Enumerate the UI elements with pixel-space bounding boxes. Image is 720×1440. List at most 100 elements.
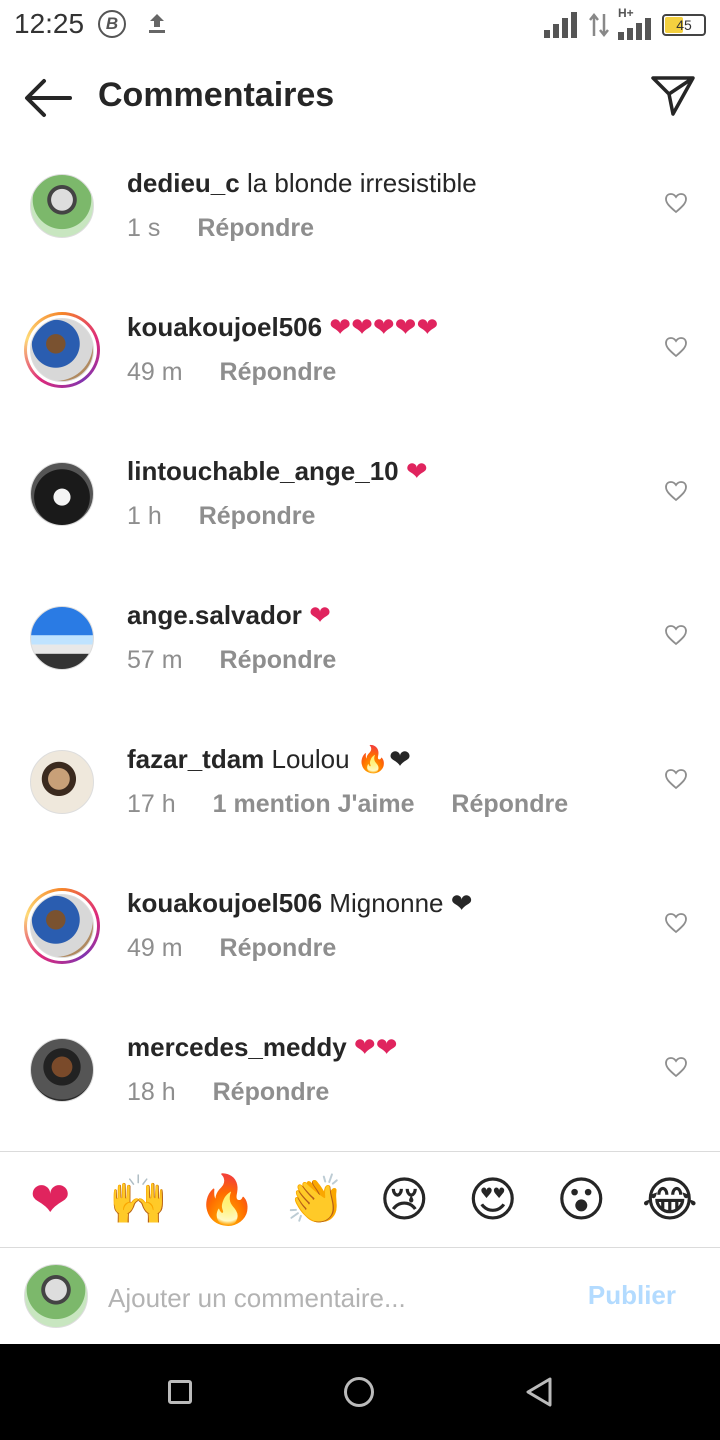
reaction-laughing-emoji[interactable]: 😂 [638,1176,702,1224]
comment-username[interactable]: dedieu_c [127,168,240,198]
comment-time: 17 h [127,790,176,818]
avatar-image [24,1264,88,1328]
avatar[interactable] [30,606,94,670]
comment-time: 49 m [127,934,183,962]
reaction-heart-eyes-emoji[interactable]: 😍 [461,1176,525,1224]
comment-time: 1 h [127,502,162,530]
likes-count[interactable]: 1 mention J'aime [213,790,415,819]
back-arrow-icon[interactable] [22,76,74,120]
comment-username[interactable]: ange.salvador [127,600,302,630]
comment-meta: 57 m Répondre [127,646,336,675]
comment-meta: 49 m Répondre [127,358,336,387]
reaction-surprised-emoji[interactable]: 😮 [549,1176,613,1224]
comment-time: 49 m [127,358,183,386]
network-indicator: H+ [618,6,654,40]
home-icon[interactable] [344,1377,374,1407]
avatar-image [30,174,94,238]
comment-item: kouakoujoel506 ❤❤❤❤❤ 49 m Répondre [0,288,720,432]
comment-body: ❤❤ [346,1032,398,1062]
reaction-crying-emoji[interactable]: 😢 [372,1176,436,1224]
comment-meta: 49 m Répondre [127,934,336,963]
avatar-story-ring[interactable] [24,312,100,388]
comment-text: fazar_tdam Loulou 🔥❤ [127,744,411,775]
comment-item: kouakoujoel506 Mignonne ❤ 49 m Répondre [0,864,720,1008]
current-user-avatar [24,1264,88,1328]
avatar-story-ring[interactable] [24,888,100,964]
avatar[interactable] [30,174,94,238]
reaction-raised-hands-emoji[interactable]: 🙌 [107,1176,171,1224]
heart-icon[interactable] [664,624,688,646]
comment-time: 1 s [127,214,161,242]
status-right: H+ 45 [544,6,706,40]
comment-meta: 17 h 1 mention J'aime Répondre [127,790,568,819]
comment-username[interactable]: kouakoujoel506 [127,312,322,342]
comment-time: 57 m [127,646,183,674]
comment-input[interactable] [108,1278,548,1318]
data-transfer-icon [589,12,609,38]
heart-icon[interactable] [664,480,688,502]
comment-username[interactable]: kouakoujoel506 [127,888,322,918]
heart-icon[interactable] [664,1056,688,1078]
header: Commentaires [0,52,720,144]
signal-icon-2 [618,18,651,40]
reaction-heart-emoji[interactable]: ❤ [18,1176,82,1224]
reply-button[interactable]: Répondre [451,790,568,819]
avatar-image [30,750,94,814]
comment-item: lintouchable_ange_10 ❤ 1 h Répondre [0,432,720,576]
comment-body: ❤❤❤❤❤ [322,312,439,342]
comment-item: fazar_tdam Loulou 🔥❤ 17 h 1 mention J'ai… [0,720,720,864]
page-title: Commentaires [98,76,335,114]
comment-meta: 1 h Répondre [127,502,315,531]
comment-username[interactable]: fazar_tdam [127,744,264,774]
status-bar: 12:25 B H+ 45 [0,0,720,52]
avatar-image [30,1038,94,1102]
back-triangle-icon[interactable] [524,1376,554,1408]
avatar[interactable] [30,1038,94,1102]
comment-username[interactable]: mercedes_meddy [127,1032,347,1062]
comment-body: la blonde irresistible [239,168,477,198]
comment-composer: Publier [0,1248,720,1344]
status-time: 12:25 [14,8,85,39]
reply-button[interactable]: Répondre [197,214,314,243]
comment-username[interactable]: lintouchable_ange_10 [127,456,399,486]
system-nav-bar [0,1344,720,1440]
comment-body: Mignonne ❤ [322,888,473,918]
comment-text: lintouchable_ange_10 ❤ [127,456,428,487]
comment-item: dedieu_c la blonde irresistible 1 s Répo… [0,144,720,288]
heart-icon[interactable] [664,336,688,358]
comment-meta: 1 s Répondre [127,214,314,243]
comment-text: dedieu_c la blonde irresistible [127,168,477,199]
avatar[interactable] [30,750,94,814]
comment-body: ❤ [301,600,331,630]
upload-icon [149,14,165,33]
battery-icon: 45 [662,14,706,36]
send-icon[interactable] [650,72,696,118]
heart-icon[interactable] [664,768,688,790]
comment-text: kouakoujoel506 ❤❤❤❤❤ [127,312,438,343]
comment-meta: 18 h Répondre [127,1078,329,1107]
comment-item: mercedes_meddy ❤❤ 18 h Répondre [0,1008,720,1152]
avatar[interactable] [30,462,94,526]
reaction-clapping-emoji[interactable]: 👏 [284,1176,348,1224]
comment-body: ❤ [398,456,428,486]
avatar-image [30,894,94,958]
comment-time: 18 h [127,1078,176,1106]
reply-button[interactable]: Répondre [220,934,337,963]
recent-apps-icon[interactable] [168,1380,192,1404]
avatar-image [30,462,94,526]
publish-button[interactable]: Publier [588,1280,676,1311]
b-app-icon: B [98,10,126,38]
signal-icon [544,12,577,38]
reply-button[interactable]: Répondre [199,502,316,531]
battery-level: 45 [676,17,692,33]
comment-text: mercedes_meddy ❤❤ [127,1032,397,1063]
reply-button[interactable]: Répondre [220,646,337,675]
heart-icon[interactable] [664,912,688,934]
heart-icon[interactable] [664,192,688,214]
reply-button[interactable]: Répondre [213,1078,330,1107]
comments-list: dedieu_c la blonde irresistible 1 s Répo… [0,144,720,1152]
comment-item: ange.salvador ❤ 57 m Répondre [0,576,720,720]
reaction-fire-emoji[interactable]: 🔥 [195,1176,259,1224]
reply-button[interactable]: Répondre [220,358,337,387]
avatar-image [30,606,94,670]
